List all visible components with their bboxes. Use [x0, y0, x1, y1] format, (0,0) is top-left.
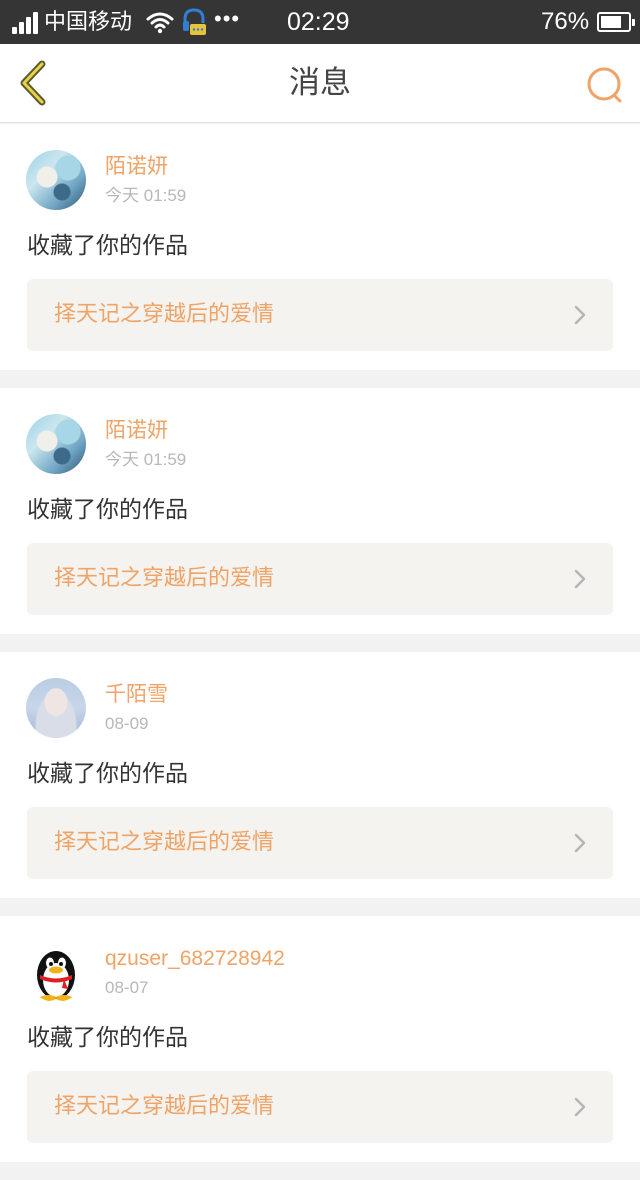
message-card: 陌诺妍 今天 01:59 收藏了你的作品 择天记之穿越后的爱情 [0, 388, 640, 634]
wifi-icon [146, 12, 174, 34]
battery-percent: 76% [541, 8, 590, 35]
work-title: 择天记之穿越后的爱情 [54, 830, 275, 855]
more-notifications-icon: ••• [214, 6, 241, 31]
chevron-right-icon [574, 833, 586, 853]
carrier-name: 中国移动 [44, 9, 133, 34]
username[interactable]: qzuser_682728942 [105, 946, 285, 972]
nav-bar: 消息 [0, 44, 640, 123]
penguin-icon [37, 951, 75, 1001]
action-text: 收藏了你的作品 [27, 761, 188, 787]
back-arrow-icon[interactable] [14, 58, 54, 108]
message-time: 08-07 [105, 978, 149, 997]
username[interactable]: 陌诺妍 [105, 418, 168, 444]
chevron-right-icon [574, 1097, 586, 1117]
work-title: 择天记之穿越后的爱情 [54, 566, 275, 591]
qq-penguin-avatar[interactable] [26, 942, 86, 1002]
message-card: 陌诺妍 今天 01:59 收藏了你的作品 择天记之穿越后的爱情 [0, 124, 640, 370]
message-list: 陌诺妍 今天 01:59 收藏了你的作品 择天记之穿越后的爱情 陌诺妍 今天 0… [0, 124, 640, 1180]
anime-girl-avatar[interactable] [26, 150, 86, 210]
work-link[interactable]: 择天记之穿越后的爱情 [27, 1071, 613, 1143]
girl-photo-avatar[interactable] [26, 678, 86, 738]
message-time: 08-09 [105, 714, 149, 733]
message-time: 今天 01:59 [105, 450, 187, 469]
anime-girl-avatar[interactable] [26, 414, 86, 474]
work-link[interactable]: 择天记之穿越后的爱情 [27, 279, 613, 351]
action-text: 收藏了你的作品 [27, 1025, 188, 1051]
action-text: 收藏了你的作品 [27, 233, 188, 259]
headset-icon [183, 8, 206, 35]
work-link[interactable]: 择天记之穿越后的爱情 [27, 807, 613, 879]
battery-icon [597, 12, 635, 32]
message-card: qzuser_682728942 08-07 收藏了你的作品 择天记之穿越后的爱… [0, 916, 640, 1162]
status-time: 02:29 [287, 8, 350, 36]
username[interactable]: 千陌雪 [105, 682, 168, 708]
message-time: 今天 01:59 [105, 186, 187, 205]
work-title: 择天记之穿越后的爱情 [54, 302, 275, 327]
work-title: 择天记之穿越后的爱情 [54, 1094, 275, 1119]
work-link[interactable]: 择天记之穿越后的爱情 [27, 543, 613, 615]
search-icon[interactable] [584, 64, 626, 106]
signal-icon [12, 12, 40, 34]
status-bar: 中国移动 ••• 02:29 76% [0, 0, 640, 44]
battery-level-fill [601, 16, 621, 28]
message-card: 千陌雪 08-09 收藏了你的作品 择天记之穿越后的爱情 [0, 652, 640, 898]
chevron-right-icon [574, 305, 586, 325]
chevron-right-icon [574, 569, 586, 589]
page-title: 消息 [289, 65, 351, 101]
username[interactable]: 陌诺妍 [105, 154, 168, 180]
action-text: 收藏了你的作品 [27, 497, 188, 523]
